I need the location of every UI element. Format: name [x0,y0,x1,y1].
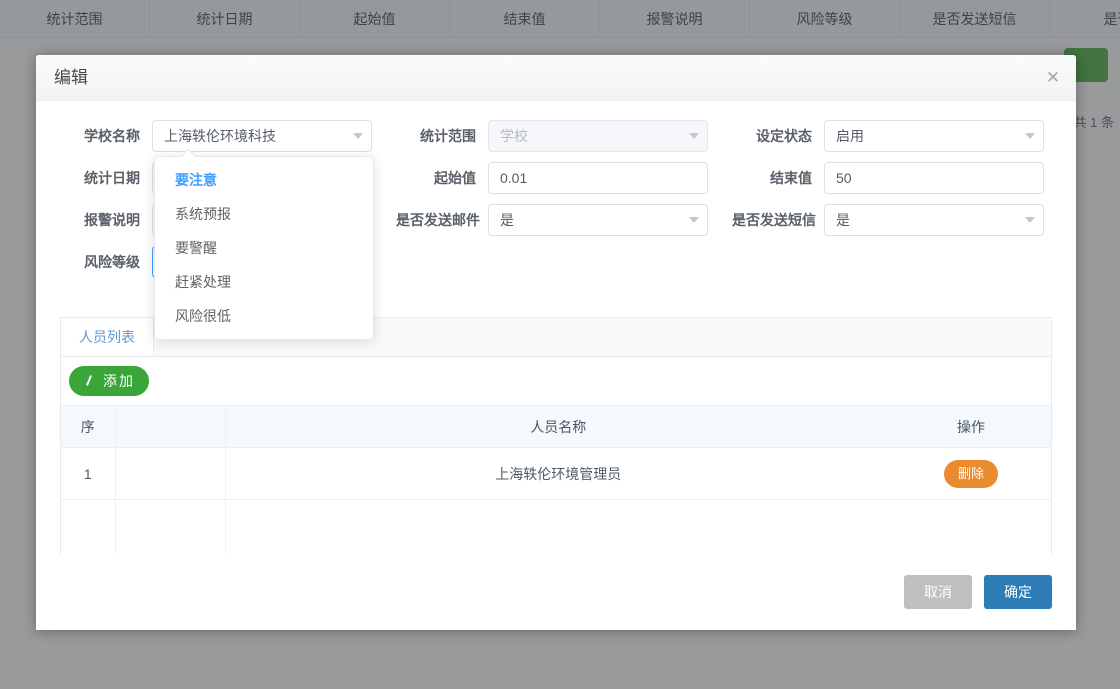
field-start-value: 起始值 0.01 [396,162,732,194]
table-row[interactable]: 1 上海轶伦环境管理员 删除 [61,447,1051,500]
field-set-status: 设定状态 启用 [732,120,1068,152]
dialog-title: 编辑 [54,68,88,87]
field-send-email: 是否发送邮件 是 [396,204,732,236]
dialog-body: 学校名称 上海轶伦环境科技 统计范围 学校 设定状态 启用 统计日期 起始值 0… [36,101,1076,595]
chevron-down-icon [353,121,363,151]
field-label: 学校名称 [84,128,140,144]
cell-personnel-name: 上海轶伦环境管理员 [225,447,891,500]
chevron-down-icon [689,121,699,151]
field-label: 统计日期 [84,170,140,186]
dropdown-option-risk[interactable]: 赶紧处理 [155,265,373,299]
start-value-input[interactable]: 0.01 [488,162,708,194]
pen-icon [83,375,96,388]
chevron-down-icon [1025,121,1035,151]
dropdown-option-risk[interactable]: 系统预报 [155,197,373,231]
add-personnel-button[interactable]: 添加 [69,366,149,396]
end-value-text: 50 [836,170,852,186]
field-school-name: 学校名称 上海轶伦环境科技 [60,120,396,152]
delete-button[interactable]: 删除 [944,459,998,488]
panel-toolbar: 添加 [61,357,1051,405]
field-end-value: 结束值 50 [732,162,1068,194]
school-name-value: 上海轶伦环境科技 [164,128,276,144]
field-label: 统计范围 [420,128,476,144]
close-icon[interactable]: ✕ [1042,67,1064,89]
risk-level-dropdown: 要注意 系统预报 要警醒 赶紧处理 风险很低 [154,156,374,340]
field-label: 是否发送邮件 [396,212,480,228]
send-email-select[interactable]: 是 [488,204,708,236]
field-stat-scope: 统计范围 学校 [396,120,732,152]
set-status-value: 启用 [836,128,864,144]
table-header-name: 人员名称 [225,405,891,448]
dialog-header: 编辑 ✕ [36,55,1076,101]
table-header-blank [115,405,226,448]
stat-scope-select: 学校 [488,120,708,152]
chevron-down-icon [689,205,699,235]
field-label: 是否发送短信 [732,212,816,228]
end-value-input[interactable]: 50 [824,162,1044,194]
field-send-sms: 是否发送短信 是 [732,204,1068,236]
form-row: 学校名称 上海轶伦环境科技 统计范围 学校 设定状态 启用 [60,115,1052,157]
cancel-button[interactable]: 取消 [904,575,972,609]
field-label: 报警说明 [84,212,140,228]
start-value-text: 0.01 [500,170,528,186]
dropdown-option-risk[interactable]: 要警醒 [155,231,373,265]
confirm-button[interactable]: 确定 [984,575,1052,609]
table-header-row: 序 人员名称 操作 [61,405,1051,448]
edit-dialog: 编辑 ✕ 学校名称 上海轶伦环境科技 统计范围 学校 设定状态 启用 统计日期 … [36,55,1076,630]
table-header-seq: 序 [61,405,116,448]
school-name-select[interactable]: 上海轶伦环境科技 [152,120,372,152]
dropdown-option-risk[interactable]: 风险很低 [155,299,373,333]
cell-seq: 1 [61,447,116,500]
cell-blank [115,447,226,500]
dropdown-option-risk[interactable]: 要注意 [155,163,373,197]
field-label: 风险等级 [84,254,140,270]
send-email-value: 是 [500,212,514,228]
field-label: 结束值 [770,170,812,186]
set-status-select[interactable]: 启用 [824,120,1044,152]
tab-personnel-list[interactable]: 人员列表 [61,318,154,356]
send-sms-select[interactable]: 是 [824,204,1044,236]
stat-scope-value: 学校 [500,128,528,144]
dialog-footer: 取消 确定 [36,554,1076,630]
send-sms-value: 是 [836,212,850,228]
chevron-down-icon [1025,205,1035,235]
table-header-operation: 操作 [891,405,1051,448]
add-button-label: 添加 [103,373,135,389]
field-label: 设定状态 [756,128,812,144]
field-label: 起始值 [434,170,476,186]
cell-operation: 删除 [891,447,1051,500]
